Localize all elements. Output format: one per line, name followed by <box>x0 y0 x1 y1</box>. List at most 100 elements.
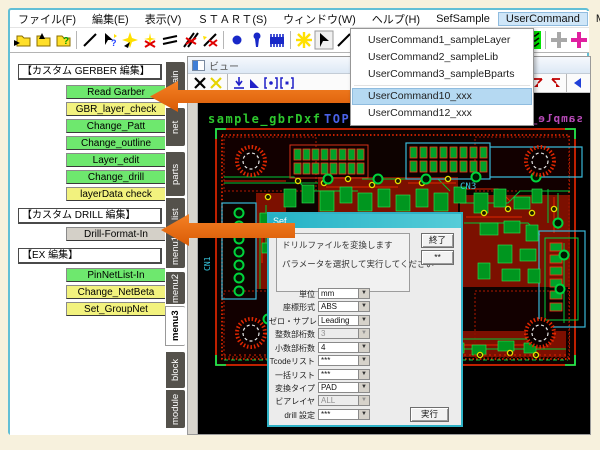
menu-item-usercommand12[interactable]: UserCommand12_xxx <box>352 105 532 122</box>
field-row-coord-format: 座標形式 ABS▼ <box>269 301 461 312</box>
field-label: 単位 <box>269 289 315 300</box>
sidebar-button-layerdata-check[interactable]: layerData check <box>66 187 166 201</box>
sef-dialog: Sef ドリルファイルを変換します パラメータを選択して実行してください 終了 … <box>267 212 463 427</box>
toolbar-separator <box>290 31 291 49</box>
drill-setting-select[interactable]: ***▼ <box>318 409 370 420</box>
view-window-icon <box>192 60 205 71</box>
pad-dot-icon[interactable] <box>227 30 247 50</box>
sidebar-button-change-netbeta[interactable]: Change_NetBeta <box>66 285 166 299</box>
folder-query-icon[interactable]: ? <box>53 30 73 50</box>
coord-format-select[interactable]: ABS▼ <box>318 301 370 312</box>
cross-delete-icon[interactable] <box>180 30 200 50</box>
field-row-integer-digits: 整数部桁数 3▼ <box>269 328 461 339</box>
sidebar-button-change-drill[interactable]: Change_drill <box>66 170 166 184</box>
ic-part-icon[interactable] <box>267 30 287 50</box>
tab-parts[interactable]: parts <box>166 152 185 196</box>
dialog-message-line1: ドリルファイルを変換します <box>282 239 393 251</box>
menu-usercommand[interactable]: UserCommand <box>498 12 588 26</box>
move-magenta-icon[interactable] <box>569 30 589 50</box>
undo-view-icon[interactable] <box>547 76 563 90</box>
menu-mutec[interactable]: MU-TEC <box>588 12 600 26</box>
tcode-list-select[interactable]: ***▼ <box>318 355 370 366</box>
view-left-strip <box>188 93 198 434</box>
move-gray-icon[interactable] <box>549 30 569 50</box>
menu-window[interactable]: ウィンドウ(W) <box>275 10 364 28</box>
zero-suppress-select[interactable]: Leading▼ <box>318 315 370 326</box>
menu-item-usercommand10[interactable]: UserCommand10_xxx <box>352 88 532 105</box>
tab-module[interactable]: module <box>166 390 185 428</box>
chevron-down-icon[interactable]: ▼ <box>358 370 369 379</box>
sidebar-panel: 【カスタム GERBER 編集】 Read Garber GBR_layer_c… <box>10 53 165 435</box>
field-row-batch-list: 一括リスト ***▼ <box>269 369 461 380</box>
menu-view[interactable]: 表示(V) <box>137 10 190 28</box>
sidebar-button-change-outline[interactable]: Change_outline <box>66 136 166 150</box>
field-label: 変換タイプ <box>269 383 315 394</box>
field-label: ゼロ・サプレス <box>269 316 315 327</box>
field-row-tcode-list: Tcodeリスト ***▼ <box>269 355 461 366</box>
chevron-down-icon[interactable]: ▼ <box>358 356 369 365</box>
run-button[interactable]: 実行 <box>410 407 449 422</box>
parallel-lines-icon[interactable] <box>160 30 180 50</box>
annotation-arrow-read-garber <box>150 81 365 112</box>
dialog-message-box: ドリルファイルを変換します パラメータを選択して実行してください <box>276 233 410 292</box>
pin-icon[interactable] <box>247 30 267 50</box>
chevron-down-icon[interactable]: ▼ <box>358 289 369 298</box>
cut-line-icon[interactable] <box>200 30 220 50</box>
folder-out-icon[interactable] <box>33 30 53 50</box>
chevron-down-icon[interactable]: ▼ <box>358 316 369 325</box>
tab-menu3[interactable]: menu3 <box>165 306 185 346</box>
menu-item-usercommand3[interactable]: UserCommand3_sampleBparts <box>352 66 532 83</box>
screenshot-root: ファイル(F) 編集(E) 表示(V) ＳＴＡＲＴ(S) ウィンドウ(W) ヘル… <box>0 0 600 450</box>
field-label: 小数部桁数 <box>269 343 315 354</box>
menu-item-usercommand2[interactable]: UserCommand2_sampleLib <box>352 49 532 66</box>
select-cursor-icon[interactable] <box>314 30 334 50</box>
sidebar-button-pinnetlist-in[interactable]: PinNetList-In <box>66 268 166 282</box>
unit-select[interactable]: mm▼ <box>318 288 370 299</box>
menu-sefsample[interactable]: SefSample <box>428 12 498 26</box>
spark-edit-icon[interactable] <box>120 30 140 50</box>
menu-start[interactable]: ＳＴＡＲＴ(S) <box>189 10 275 28</box>
field-row-zero-suppress: ゼロ・サプレス Leading▼ <box>269 315 461 326</box>
sidebar-button-set-groupnet[interactable]: Set_GroupNet <box>66 302 166 316</box>
field-row-unit: 単位 mm▼ <box>269 288 461 299</box>
via-layer-select: ALL▼ <box>318 395 370 406</box>
field-label: 一括リスト <box>269 370 315 381</box>
field-row-decimal-digits: 小数部桁数 4▼ <box>269 342 461 353</box>
menu-item-usercommand1[interactable]: UserCommand1_sampleLayer <box>352 32 532 49</box>
pan-left-icon[interactable] <box>570 76 586 90</box>
more-button[interactable]: ** <box>421 250 454 265</box>
delete-line-icon[interactable] <box>140 30 160 50</box>
tab-net[interactable]: net <box>166 108 185 146</box>
annotation-arrow-drill-format <box>161 212 295 248</box>
menu-edit[interactable]: 編集(E) <box>84 10 137 28</box>
svg-text:?: ? <box>63 36 69 47</box>
tab-menu2[interactable]: menu2 <box>166 272 185 304</box>
sidebar-button-layer-edit[interactable]: Layer_edit <box>66 153 166 167</box>
menu-help[interactable]: ヘルプ(H) <box>364 10 428 28</box>
sidebar-button-change-patt[interactable]: Change_Patt <box>66 119 166 133</box>
batch-list-select[interactable]: ***▼ <box>318 369 370 380</box>
field-row-convert-type: 変換タイプ PAD▼ <box>269 382 461 393</box>
section-header-drill: 【カスタム DRILL 編集】 <box>18 208 162 224</box>
field-label: Tcodeリスト <box>269 356 315 367</box>
draw-line-icon[interactable] <box>80 30 100 50</box>
chevron-down-icon[interactable]: ▼ <box>358 383 369 392</box>
section-header-gerber: 【カスタム GERBER 編集】 <box>18 64 162 80</box>
menu-file[interactable]: ファイル(F) <box>10 10 84 28</box>
chevron-down-icon[interactable]: ▼ <box>358 343 369 352</box>
decimal-digits-select[interactable]: 4▼ <box>318 342 370 353</box>
chevron-down-icon[interactable]: ▼ <box>358 410 369 419</box>
highlight-asterisk-icon[interactable] <box>294 30 314 50</box>
menu-bar: ファイル(F) 編集(E) 表示(V) ＳＴＡＲＴ(S) ウィンドウ(W) ヘル… <box>10 11 589 27</box>
folder-in-icon[interactable] <box>13 30 33 50</box>
dialog-title-bar[interactable]: Sef <box>269 214 461 228</box>
menu-separator <box>354 85 530 86</box>
convert-type-select[interactable]: PAD▼ <box>318 382 370 393</box>
exit-button[interactable]: 終了 <box>421 233 454 248</box>
pick-query-icon[interactable]: ? <box>100 30 120 50</box>
section-header-ex: 【EX 編集】 <box>18 248 162 264</box>
sidebar-button-drill-format-in[interactable]: Drill-Format-In <box>66 227 166 241</box>
tab-block[interactable]: block <box>166 352 185 388</box>
usercommand-dropdown-menu: UserCommand1_sampleLayer UserCommand2_sa… <box>350 28 534 126</box>
chevron-down-icon[interactable]: ▼ <box>358 302 369 311</box>
